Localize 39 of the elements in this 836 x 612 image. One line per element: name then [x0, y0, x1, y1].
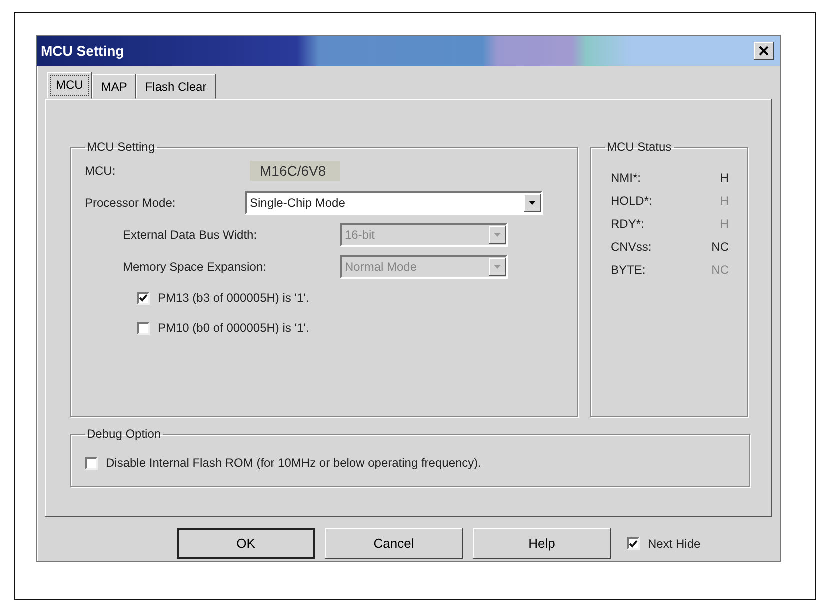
caret-icon: [494, 233, 501, 237]
field-label: Processor Mode:: [85, 196, 177, 210]
checkbox-label: PM10 (b0 of 000005H) is '1'.: [158, 321, 310, 335]
checkbox-label: PM13 (b3 of 000005H) is '1'.: [158, 291, 310, 305]
pin-name: CNVss:: [611, 240, 652, 254]
checkbox[interactable]: [85, 456, 98, 470]
dialog-button[interactable]: OK: [177, 528, 315, 559]
checkbox-label: Disable Internal Flash ROM (for 10MHz or below operating frequency).: [106, 456, 482, 470]
dialog-button[interactable]: Cancel: [325, 528, 463, 559]
caret-icon: [494, 265, 501, 269]
group-title: MCU Status: [606, 140, 673, 154]
pin-name: NMI*:: [611, 170, 641, 184]
dropdown-field[interactable]: Single-Chip Mode: [245, 191, 543, 215]
tab[interactable]: Flash Clear: [136, 74, 216, 99]
pin-value: H: [720, 216, 729, 230]
pin-name: RDY*:: [611, 216, 644, 230]
pin-value: H: [720, 194, 729, 208]
pin-value: NC: [712, 240, 729, 254]
checkbox-label: Next Hide: [648, 536, 701, 550]
pin-name: HOLD*:: [611, 194, 652, 208]
checkbox[interactable]: [627, 537, 640, 550]
field-label: External Data Bus Width:: [123, 228, 258, 242]
tab[interactable]: MCU: [47, 72, 92, 99]
tab[interactable]: MAP: [92, 74, 136, 99]
caret-icon: [529, 201, 536, 205]
checkbox[interactable]: [137, 322, 150, 334]
close-icon: [759, 46, 769, 56]
checkbox[interactable]: [137, 292, 150, 304]
dialog-button[interactable]: Help: [473, 528, 611, 559]
pin-name: BYTE:: [611, 262, 646, 276]
window-title: MCU Setting: [41, 43, 124, 59]
group-title: MCU Setting: [86, 140, 156, 154]
pin-value: H: [720, 170, 729, 184]
mcu-label: MCU:: [85, 164, 117, 178]
mcu-value: M16C/6V8: [250, 161, 340, 181]
close-button[interactable]: [754, 42, 774, 60]
field-label: Memory Space Expansion:: [123, 260, 268, 274]
pin-value: NC: [712, 262, 729, 276]
group-title: Debug Option: [86, 427, 162, 441]
